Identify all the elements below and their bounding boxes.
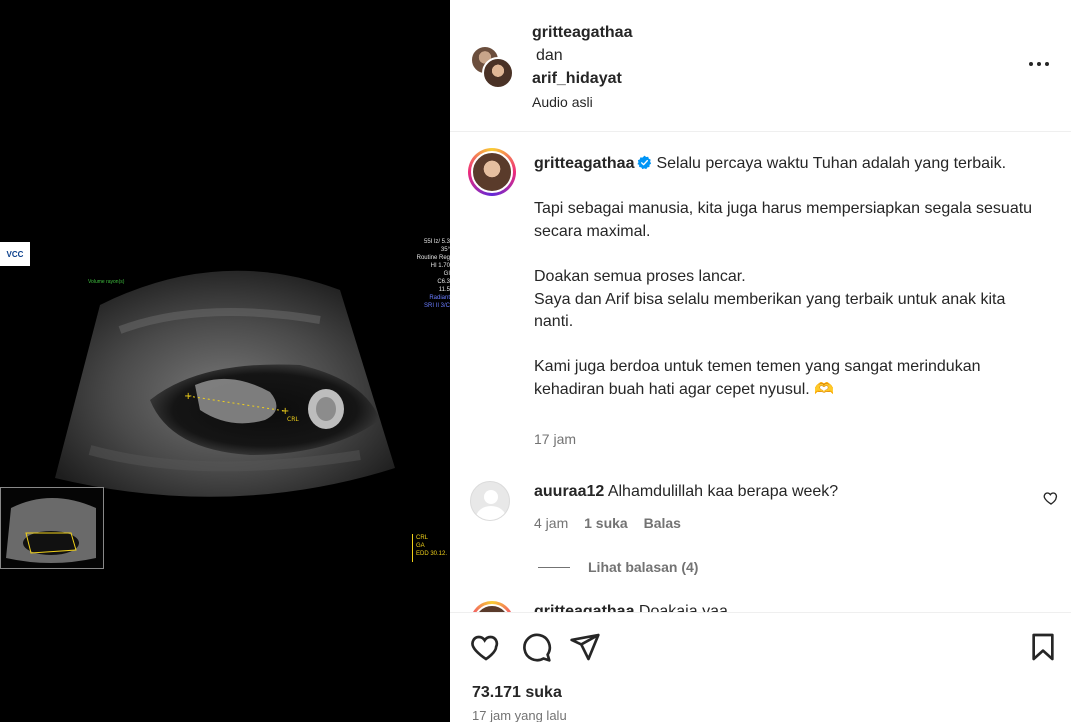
comment: auuraa12 Alhamdulillah kaa berapa week?	[534, 483, 838, 501]
comment-avatar[interactable]	[470, 481, 510, 521]
caption-timestamp[interactable]: 17 jam	[534, 431, 576, 447]
caption-line: Selalu percaya waktu Tuhan adalah yang t…	[656, 155, 1007, 172]
caption-line: Kami juga berdoa untuk temen temen yang …	[534, 358, 981, 398]
post-media[interactable]: + + CRL VCC Volume rayon(s) 55I lz/ 5.3 …	[0, 0, 450, 722]
post-timestamp[interactable]: 17 jam yang lalu	[472, 708, 567, 722]
scan-thumbnail	[0, 487, 104, 569]
collab-username[interactable]: arif_hidayat	[532, 70, 622, 87]
comment-username[interactable]: auuraa12	[534, 483, 604, 500]
likes-count[interactable]: 73.171 suka	[472, 684, 562, 702]
post-authors: gritteagathaa dan arif_hidayat Audio asl…	[532, 21, 632, 114]
author-username[interactable]: gritteagathaa	[532, 24, 632, 41]
post-panel: gritteagathaa dan arif_hidayat Audio asl…	[450, 0, 1071, 722]
scan-info-line: 55I lz/ 5.3	[423, 239, 450, 245]
post-header: gritteagathaa dan arif_hidayat Audio asl…	[450, 0, 1071, 132]
caption-avatar[interactable]	[468, 148, 516, 196]
more-icon	[1029, 62, 1049, 66]
like-icon[interactable]	[470, 631, 502, 663]
scan-settings: 55I lz/ 5.3 35° Routine Reg HI 1.70 GI C…	[400, 238, 450, 310]
svg-text:+: +	[184, 391, 192, 402]
view-replies-button[interactable]: Lihat balasan (4)	[538, 559, 698, 575]
comment-icon[interactable]	[520, 631, 552, 663]
post-caption: gritteagathaa Selalu percaya waktu Tuhan …	[534, 153, 1034, 402]
scan-info-line: Radiant	[429, 295, 450, 301]
scan-info-line: 11.5	[438, 287, 450, 293]
comment-likes[interactable]: 1 suka	[584, 515, 628, 531]
audio-label[interactable]: Audio asli	[532, 91, 632, 114]
reply-button[interactable]: Balas	[644, 515, 681, 531]
action-bar: 73.171 suka 17 jam yang lalu	[450, 612, 1071, 722]
caption-username[interactable]: gritteagathaa	[534, 155, 634, 172]
avatar[interactable]	[482, 57, 514, 89]
more-options-button[interactable]	[1027, 52, 1051, 76]
scan-info-line: Routine Reg	[416, 255, 450, 261]
clinic-logo-text: VCC	[6, 249, 24, 259]
scan-info-line: 35°	[440, 247, 450, 253]
author-connector: dan	[536, 47, 563, 64]
comment-time[interactable]: 4 jam	[534, 515, 568, 531]
share-icon[interactable]	[569, 631, 601, 663]
crl-label: CRL	[287, 416, 299, 423]
caption-line: Tapi sebagai manusia, kita juga harus me…	[534, 200, 1033, 240]
scan-mode-label: Volume rayon(s)	[88, 279, 125, 285]
verified-badge-icon	[637, 155, 652, 170]
caption-line: Saya dan Arif bisa selalu memberikan yan…	[534, 290, 1006, 331]
scan-info-line: GI	[443, 271, 450, 277]
replies-divider	[538, 566, 570, 568]
measure-line: CRL	[416, 535, 429, 541]
ultrasound-image: + + CRL	[55, 270, 395, 497]
measurement-panel: CRL GA EDD 30.12.	[412, 534, 450, 562]
scan-info-line: C6.3	[437, 279, 450, 285]
collab-avatars[interactable]	[470, 45, 514, 89]
view-replies-label: Lihat balasan (4)	[588, 559, 699, 575]
scan-info-line: HI 1.70	[430, 263, 450, 269]
measure-line: GA	[416, 543, 425, 549]
save-icon[interactable]	[1027, 631, 1059, 663]
comment-like-icon[interactable]	[1043, 490, 1059, 506]
scan-info-line: SRI II 3/C	[423, 303, 450, 309]
scan-thumbnail-image	[6, 498, 96, 563]
comment-text: Alhamdulillah kaa berapa week?	[607, 483, 839, 500]
comment-meta: 4 jam 1 suka Balas	[534, 515, 693, 531]
clinic-logo: VCC	[0, 242, 30, 266]
measure-line: EDD 30.12.	[416, 551, 448, 557]
caption-line: Doakan semua proses lancar.	[534, 267, 746, 285]
comments-section[interactable]: gritteagathaa Selalu percaya waktu Tuhan …	[450, 133, 1071, 613]
